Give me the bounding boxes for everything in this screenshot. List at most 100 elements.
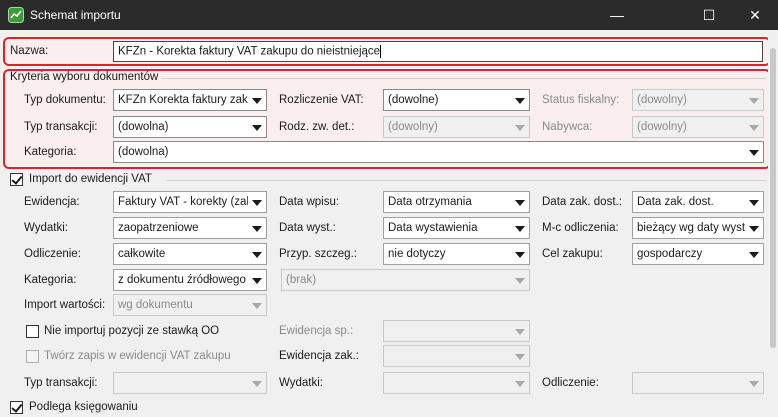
wydatki-2-select[interactable] — [383, 372, 530, 394]
przyp-szczeg-select[interactable]: nie dotyczy — [383, 243, 530, 265]
data-wyst-select[interactable]: Data wystawienia — [383, 217, 530, 239]
status-fiskalny-value: (dowolny) — [637, 94, 687, 106]
mc-odliczenia-label: M-c odliczenia: — [542, 222, 619, 234]
data-wpisu-value: Data otrzymania — [388, 196, 472, 208]
podlega-checkbox[interactable] — [10, 401, 23, 414]
text-cursor — [380, 45, 382, 58]
rodz-zw-det-label: Rodz. zw. det.: — [279, 121, 355, 133]
import-vat-checkbox[interactable] — [10, 173, 23, 186]
data-wyst-value: Data wystawienia — [388, 222, 478, 234]
rozliczenie-vat-select[interactable]: (dowolne) — [383, 89, 530, 111]
data-zak-dost-label: Data zak. dost.: — [542, 196, 622, 208]
nazwa-value: KFZn - Korekta faktury VAT zakupu do nie… — [118, 45, 381, 58]
data-zak-dost-value: Data zak. dost. — [637, 196, 714, 208]
app-icon — [8, 7, 24, 23]
typ-dokumentu-label: Typ dokumentu: — [24, 94, 106, 106]
minimize-button[interactable]: — — [594, 0, 640, 30]
mc-odliczenia-select[interactable]: bieżący wg daty wystaw — [632, 217, 764, 239]
chevron-down-icon — [749, 125, 759, 131]
maximize-icon: ☐ — [702, 6, 716, 23]
mc-odliczenia-value: bieżący wg daty wystaw — [637, 222, 745, 234]
chevron-down-icon — [252, 278, 262, 284]
rozliczenie-vat-value: (dowolne) — [388, 94, 439, 106]
typ-dokumentu-value: KFZn Korekta faktury zakup — [118, 94, 248, 106]
rodz-zw-det-select[interactable]: (dowolny) — [383, 116, 530, 138]
scrollbar-thumb[interactable] — [770, 48, 776, 348]
typ-transakcji-2-label: Typ transakcji: — [24, 377, 98, 389]
tworz-zapis-label: Twórz zapis w ewidencji VAT zakupu — [44, 350, 231, 362]
chevron-down-icon — [515, 200, 525, 206]
kategoria-vat-select[interactable]: z dokumentu źródłowego — [113, 269, 267, 291]
ewidencja-sp-label: Ewidencja sp.: — [279, 325, 354, 337]
close-icon: ✕ — [749, 6, 761, 23]
chevron-down-icon — [252, 303, 262, 309]
typ-transakcji-label: Typ transakcji: — [24, 121, 98, 133]
kategoria-vat-2-select[interactable]: (brak) — [281, 269, 530, 291]
przyp-szczeg-value: nie dotyczy — [388, 248, 446, 260]
chevron-down-icon — [252, 125, 262, 131]
chevron-down-icon — [749, 150, 759, 156]
typ-transakcji-select[interactable]: (dowolna) — [113, 116, 267, 138]
chevron-down-icon — [749, 226, 759, 232]
data-wyst-label: Data wyst.: — [279, 222, 336, 234]
chevron-down-icon — [252, 200, 262, 206]
wydatki-label: Wydatki: — [24, 222, 68, 234]
import-wartosci-select[interactable]: wg dokumentu — [113, 294, 267, 316]
nazwa-label: Nazwa: — [10, 45, 49, 57]
chevron-down-icon — [515, 278, 525, 284]
import-wartosci-value: wg dokumentu — [118, 299, 193, 311]
close-button[interactable]: ✕ — [732, 0, 778, 30]
kategoria-select[interactable]: (dowolna) — [113, 141, 764, 163]
tworz-zapis-checkbox[interactable] — [26, 350, 39, 363]
kryteria-divider — [162, 78, 766, 79]
typ-dokumentu-select[interactable]: KFZn Korekta faktury zakup — [113, 89, 267, 111]
chevron-down-icon — [749, 98, 759, 104]
odliczenie-2-select[interactable] — [632, 372, 764, 394]
data-wpisu-select[interactable]: Data otrzymania — [383, 191, 530, 213]
ewidencja-label: Ewidencja: — [24, 196, 80, 208]
import-vat-divider — [166, 180, 766, 181]
cel-zakupu-value: gospodarczy — [637, 248, 703, 260]
chevron-down-icon — [749, 381, 759, 387]
ewidencja-sp-select[interactable] — [383, 320, 530, 342]
nie-importuj-checkbox[interactable] — [26, 325, 39, 338]
rozliczenie-vat-label: Rozliczenie VAT: — [279, 94, 364, 106]
chevron-down-icon — [252, 381, 262, 387]
typ-transakcji-2-select[interactable] — [113, 372, 267, 394]
nabywca-label: Nabywca: — [542, 121, 593, 133]
nabywca-select[interactable]: (dowolny) — [632, 116, 764, 138]
cel-zakupu-label: Cel zakupu: — [542, 248, 603, 260]
kategoria-vat-value: z dokumentu źródłowego — [118, 274, 246, 286]
data-zak-dost-select[interactable]: Data zak. dost. — [632, 191, 764, 213]
chevron-down-icon — [515, 354, 525, 360]
status-fiskalny-select[interactable]: (dowolny) — [632, 89, 764, 111]
ewidencja-select[interactable]: Faktury VAT - korekty (zaku — [113, 191, 267, 213]
odliczenie-select[interactable]: całkowite — [113, 243, 267, 265]
odliczenie-label: Odliczenie: — [24, 248, 81, 260]
kategoria-vat-label: Kategoria: — [24, 274, 77, 286]
chevron-down-icon — [515, 125, 525, 131]
nazwa-input[interactable]: KFZn - Korekta faktury VAT zakupu do nie… — [113, 41, 763, 62]
ewidencja-zak-select[interactable] — [383, 345, 530, 367]
odliczenie-2-label: Odliczenie: — [542, 377, 599, 389]
nabywca-value: (dowolny) — [637, 121, 687, 133]
chevron-down-icon — [749, 200, 759, 206]
data-wpisu-label: Data wpisu: — [279, 196, 340, 208]
chevron-down-icon — [252, 98, 262, 104]
maximize-button[interactable]: ☐ — [686, 0, 732, 30]
odliczenie-value: całkowite — [118, 248, 166, 260]
kategoria-label: Kategoria: — [24, 146, 77, 158]
wydatki-select[interactable]: zaopatrzeniowe — [113, 217, 267, 239]
chevron-down-icon — [515, 252, 525, 258]
wydatki-2-label: Wydatki: — [279, 377, 323, 389]
window-title: Schemat importu — [30, 8, 121, 22]
status-fiskalny-label: Status fiskalny: — [542, 94, 620, 106]
import-vat-label: Import do ewidencji VAT — [29, 173, 152, 185]
title-bar: Schemat importu — ☐ ✕ — [0, 0, 778, 30]
podlega-label: Podlega księgowaniu — [29, 401, 138, 413]
kategoria-vat-2-value: (brak) — [286, 274, 317, 286]
chevron-down-icon — [252, 252, 262, 258]
ewidencja-zak-label: Ewidencja zak.: — [279, 350, 359, 362]
chevron-down-icon — [515, 381, 525, 387]
cel-zakupu-select[interactable]: gospodarczy — [632, 243, 764, 265]
